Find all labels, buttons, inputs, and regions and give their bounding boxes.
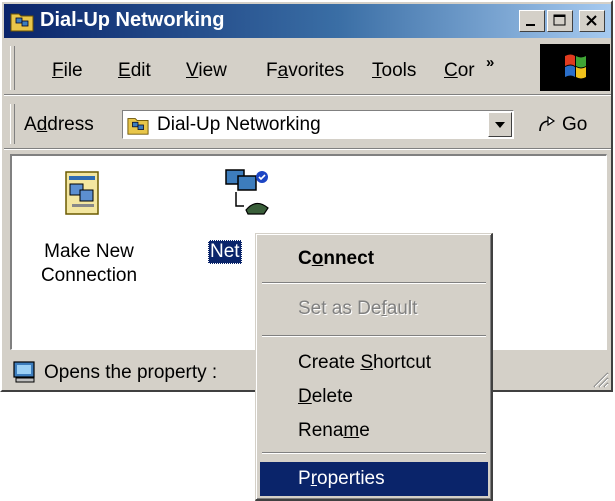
computer-icon [13, 361, 35, 383]
address-grip[interactable] [10, 104, 15, 144]
window-title: Dial-Up Networking [40, 9, 225, 31]
menu-edit[interactable]: Edit [118, 60, 151, 82]
dial-up-folder-icon [127, 118, 149, 135]
windows-logo [540, 44, 610, 91]
go-arrow-icon [539, 115, 556, 132]
menu-favorites[interactable]: Favorites [266, 60, 344, 82]
address-field[interactable]: Dial-Up Networking [122, 110, 514, 139]
menu-item-create-shortcut[interactable]: Create Shortcut [260, 346, 488, 380]
address-label: Address [24, 114, 94, 135]
go-button[interactable]: Go [534, 110, 608, 139]
toolbar-grip[interactable] [10, 46, 15, 90]
menu-item-properties[interactable]: Properties [260, 462, 488, 496]
menu-overflow-chevron[interactable]: » [486, 54, 494, 71]
menu-file[interactable]: File [52, 60, 83, 82]
menu-separator [262, 335, 486, 337]
make-new-connection-label[interactable]: Make New Connection [30, 240, 148, 288]
windows-flag-icon [565, 54, 586, 79]
menu-separator [262, 282, 486, 284]
menu-view[interactable]: View [186, 60, 227, 82]
menu-bar: File Edit View Favorites Tools Cor » [4, 42, 611, 94]
status-text: Opens the property : [44, 362, 218, 383]
close-icon [586, 15, 597, 26]
menu-item-delete[interactable]: Delete [260, 380, 488, 414]
close-button[interactable] [579, 10, 605, 32]
menu-item-rename[interactable]: Rename [260, 414, 488, 448]
dropdown-arrow-icon [495, 122, 505, 128]
menu-item-set-as-default: Set as Default [298, 298, 418, 319]
address-value[interactable]: Dial-Up Networking [157, 114, 321, 136]
maximize-button[interactable] [547, 10, 573, 32]
address-bar: Address Dial-Up Networking Go [4, 98, 611, 148]
dial-up-connection-icon[interactable] [222, 166, 274, 218]
title-bar[interactable]: Dial-Up Networking [4, 4, 611, 38]
minimize-button[interactable] [519, 10, 545, 32]
resize-grip-icon[interactable] [591, 370, 609, 388]
make-new-connection-icon[interactable] [60, 170, 108, 218]
menu-commands[interactable]: Cor [444, 60, 475, 82]
dial-up-folder-icon [10, 13, 34, 32]
context-menu: Connect Set as Default Create Shortcut D… [255, 233, 493, 501]
connection-label[interactable]: Net [208, 240, 242, 264]
go-label: Go [562, 114, 588, 135]
maximize-icon [553, 14, 566, 26]
menu-tools[interactable]: Tools [372, 60, 416, 82]
minimize-icon [526, 24, 535, 26]
toolbar-divider [4, 94, 611, 96]
address-dropdown-button[interactable] [488, 112, 512, 137]
menu-separator [262, 452, 486, 454]
address-divider [4, 148, 611, 150]
menu-item-connect[interactable]: Connect [260, 242, 488, 276]
